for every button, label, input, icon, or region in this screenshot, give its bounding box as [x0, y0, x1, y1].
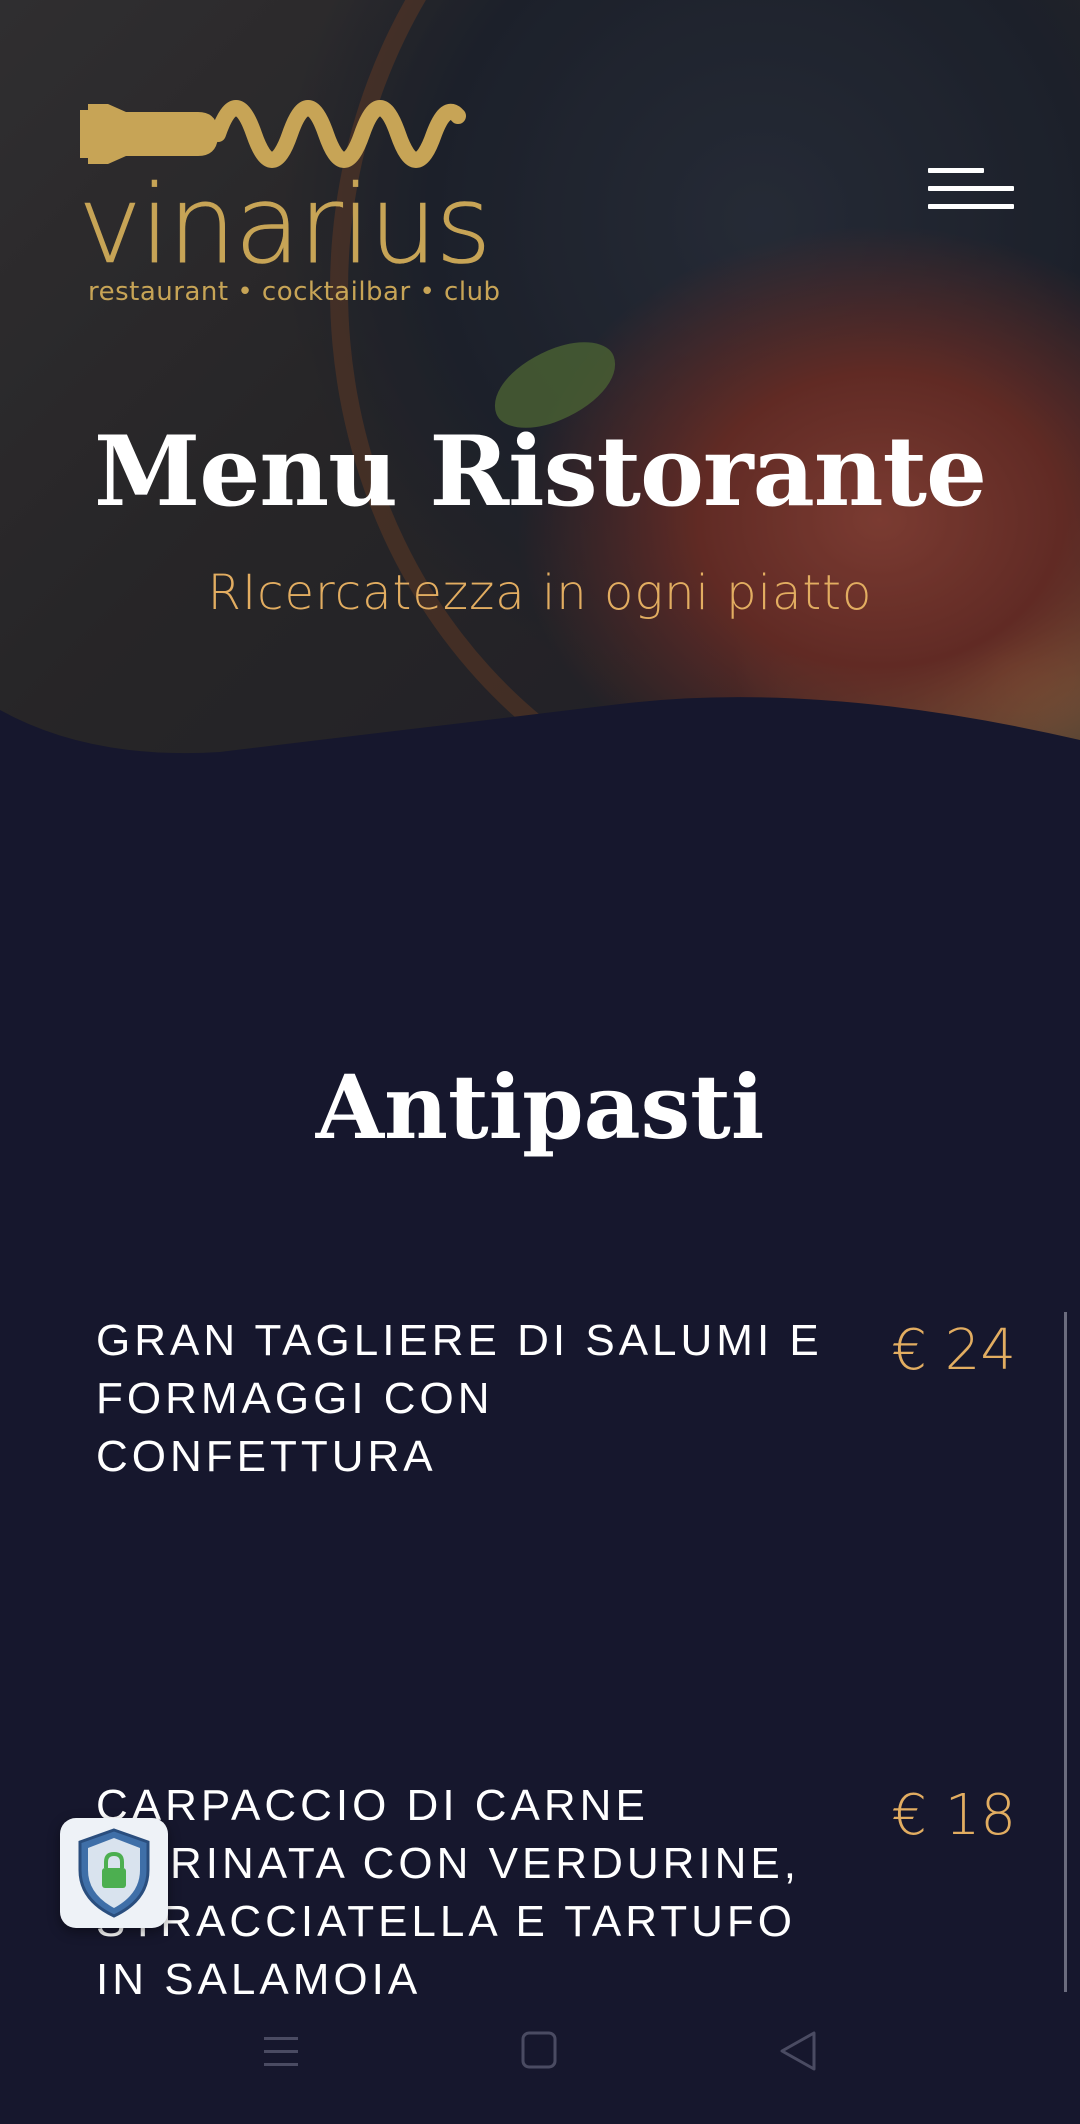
hero-banner: vinarius restaurant • cocktailbar • club… [0, 0, 1080, 780]
menu-item-name: Carpaccio di carne marinata con verdurin… [96, 1781, 800, 1995]
menu-item-name: Gran tagliere di salumi e formaggi con c… [96, 1316, 823, 1481]
hamburger-menu-icon[interactable] [928, 168, 1014, 216]
system-navigation-bar [0, 1995, 1080, 2124]
menu-item: Carpaccio di carne marinata con verdurin… [96, 1777, 1016, 1995]
scrollbar[interactable] [1064, 1312, 1067, 1992]
brand-logo[interactable]: vinarius restaurant • cocktailbar • club [78, 82, 518, 312]
wave-divider [0, 697, 1080, 780]
menu-item-price: € 18 [891, 1783, 1016, 1848]
home-square-icon[interactable] [504, 2023, 574, 2079]
section-title-antipasti: Antipasti [315, 1055, 765, 1159]
privacy-settings-button[interactable] [60, 1818, 168, 1928]
back-triangle-icon[interactable] [762, 2023, 832, 2079]
brand-tagline: restaurant • cocktailbar • club [88, 277, 501, 307]
shield-lock-icon [78, 1828, 150, 1918]
recents-menu-icon[interactable] [246, 2023, 316, 2079]
menu-item: Gran tagliere di salumi e formaggi con c… [96, 1312, 1016, 1512]
brand-wordmark: vinarius [78, 163, 492, 288]
page-title: Menu Ristorante [93, 415, 987, 528]
menu-item-price: € 24 [891, 1318, 1016, 1383]
page-subtitle: RIcercatezza in ogni piatto [207, 565, 873, 621]
